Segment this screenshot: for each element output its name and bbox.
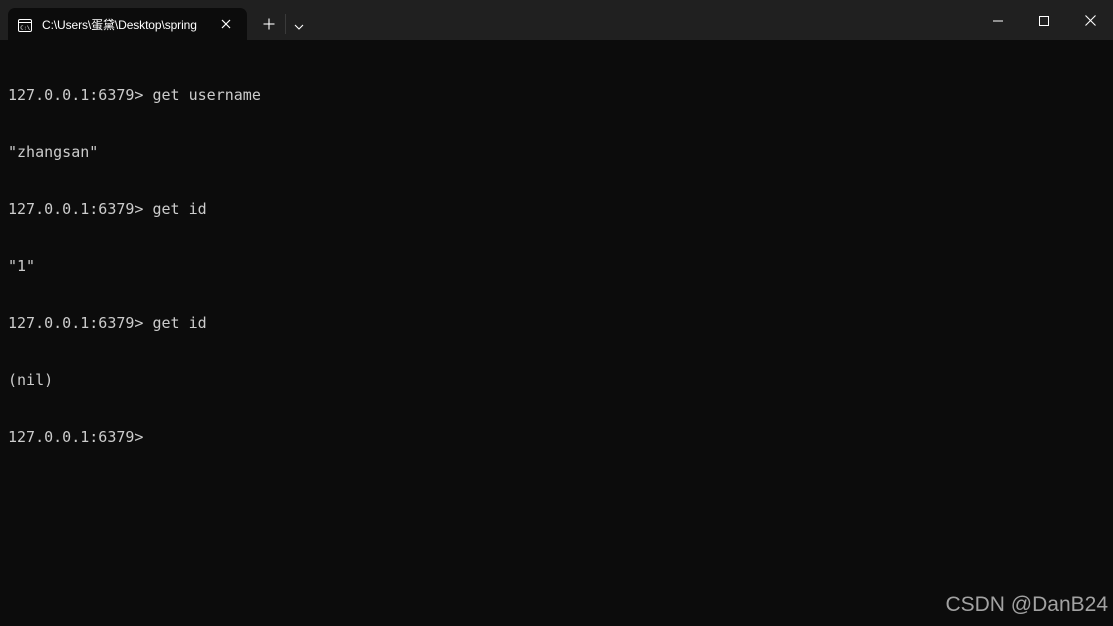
new-tab-button[interactable] [255,10,283,38]
terminal-line: "1" [8,257,36,275]
terminal-output[interactable]: 127.0.0.1:6379> get username "zhangsan" … [8,48,1103,608]
terminal-line: (nil) [8,371,54,389]
terminal-window: C:\ C:\Users\蛋黛\Desktop\spring 127.0.0.1… [0,0,1113,626]
tab-title: C:\Users\蛋黛\Desktop\spring [42,18,197,32]
tab-separator [285,14,286,34]
maximize-icon [1039,11,1049,30]
tab-dropdown-button[interactable] [287,10,311,38]
terminal-line: 127.0.0.1:6379> get id [8,314,207,332]
terminal-line: 127.0.0.1:6379> get id [8,200,207,218]
title-bar[interactable]: C:\ C:\Users\蛋黛\Desktop\spring [0,0,1113,40]
close-window-button[interactable] [1067,0,1113,40]
svg-text:C:\: C:\ [20,26,30,32]
maximize-button[interactable] [1021,0,1067,40]
terminal-line: "zhangsan" [8,143,99,161]
plus-icon [263,15,275,34]
minimize-icon [993,11,1003,30]
console-icon: C:\ [18,17,32,32]
close-icon [1084,11,1096,30]
terminal-line: 127.0.0.1:6379> get username [8,86,261,104]
watermark: CSDN @DanB24 [945,593,1108,616]
close-tab-icon[interactable] [216,14,236,34]
chevron-down-icon [294,15,304,34]
terminal-prompt[interactable]: 127.0.0.1:6379> [8,428,1103,447]
tab-spring[interactable]: C:\ C:\Users\蛋黛\Desktop\spring [8,8,247,40]
minimize-button[interactable] [975,0,1021,40]
